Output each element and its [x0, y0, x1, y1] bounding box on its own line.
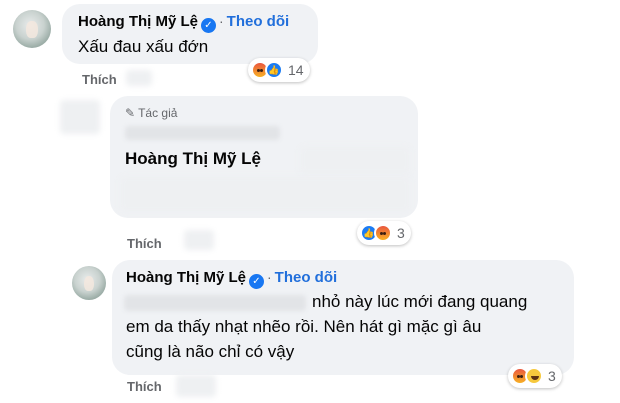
- like-button[interactable]: Thích: [82, 72, 117, 87]
- verified-badge-icon: ✓: [201, 18, 216, 33]
- author-name[interactable]: Hoàng Thị Mỹ Lệ: [125, 149, 261, 169]
- haha-reaction-icon: [525, 367, 543, 385]
- separator-dot: ·: [267, 269, 272, 285]
- reaction-count: 14: [288, 62, 304, 78]
- like-button[interactable]: Thích: [127, 236, 162, 251]
- reactions-summary[interactable]: 👍 14: [248, 58, 310, 82]
- author-tag: ✎ Tác giả: [125, 106, 177, 120]
- reaction-count: 3: [548, 368, 556, 384]
- comment-text-line: cũng là não chỉ có vậy: [126, 342, 295, 361]
- comment-text-line: em da thấy nhạt nhẽo rồi. Nên hát gì mặc…: [126, 317, 482, 336]
- follow-link[interactable]: Theo dõi: [227, 13, 290, 30]
- pencil-icon: ✎: [125, 106, 136, 120]
- comment-text: Xấu đau xấu đớn: [78, 37, 209, 56]
- redacted-text: [120, 176, 410, 212]
- avatar[interactable]: [13, 10, 51, 48]
- like-reaction-icon: 👍: [265, 61, 283, 79]
- redacted-timestamp: [126, 70, 152, 86]
- angry-reaction-icon: [374, 224, 392, 242]
- follow-link[interactable]: Theo dõi: [275, 269, 338, 286]
- redacted-text: [124, 295, 306, 311]
- comment-text-line: nhỏ này lúc mới đang quang: [312, 292, 528, 311]
- comment-bubble: Hoàng Thị Mỹ Lệ ✓ · Theo dõi Xấu đau xấu đớ…: [62, 4, 318, 64]
- redacted-text: [125, 126, 280, 140]
- separator-dot: ·: [219, 13, 224, 29]
- author-name[interactable]: Hoàng Thị Mỹ Lệ: [126, 269, 246, 286]
- reactions-summary[interactable]: 👍 3: [357, 221, 411, 245]
- verified-badge-icon: ✓: [249, 274, 264, 289]
- author-name[interactable]: Hoàng Thị Mỹ Lệ: [78, 13, 198, 30]
- author-tag-label: Tác giả: [138, 106, 178, 120]
- reply-bubble: ✎ Tác giả Hoàng Thị Mỹ Lệ: [110, 96, 418, 218]
- like-button[interactable]: Thích: [127, 379, 162, 394]
- redacted-timestamp: [184, 230, 214, 250]
- avatar[interactable]: [72, 266, 106, 300]
- redacted-text: [300, 146, 410, 174]
- reaction-count: 3: [397, 225, 405, 241]
- redacted-timestamp: [176, 375, 216, 397]
- redacted-avatar: [60, 100, 100, 134]
- reactions-summary[interactable]: 3: [508, 364, 562, 388]
- comment-header: Hoàng Thị Mỹ Lệ ✓ · Theo dõi: [126, 269, 337, 289]
- reply-bubble: Hoàng Thị Mỹ Lệ ✓ · Theo dõi nhỏ này lúc mớ…: [112, 260, 574, 375]
- comment-header: Hoàng Thị Mỹ Lệ ✓ · Theo dõi: [78, 13, 289, 33]
